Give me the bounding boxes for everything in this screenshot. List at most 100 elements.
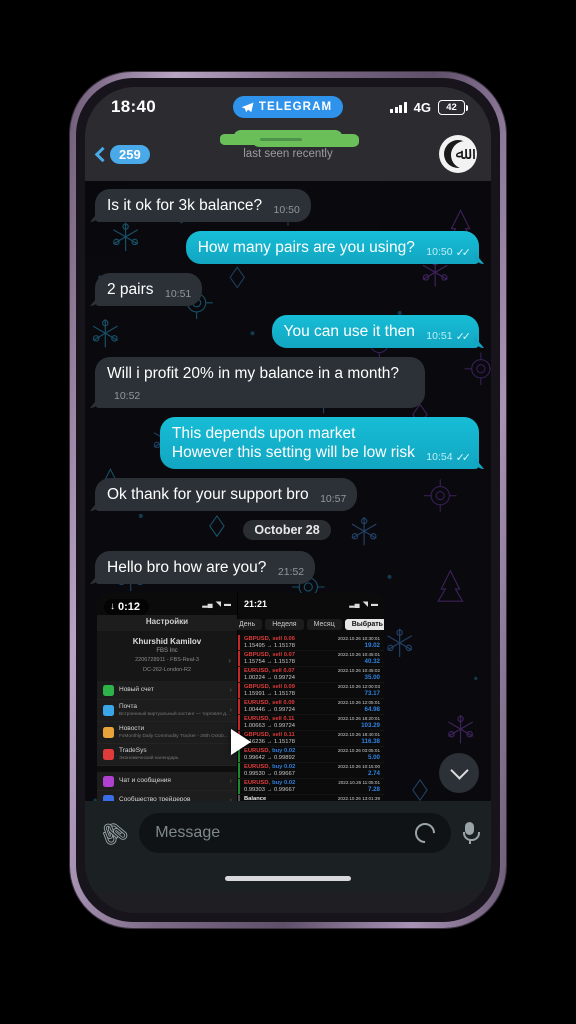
download-arrow-icon: ↓ [110, 601, 115, 612]
chevron-left-icon [94, 146, 111, 162]
trade-profit: 103.29 [361, 722, 380, 729]
trade-side: buy 0.02 [272, 780, 296, 786]
tab-custom[interactable]: Выбрать [344, 619, 384, 630]
message-meta: 21:52 [278, 566, 304, 578]
tab-month[interactable]: Месяц [306, 619, 342, 630]
table-row[interactable]: GBPUSD, sell 0.09 2022.10.26 12:00:03 1.15… [238, 683, 384, 699]
mt-menu-group-1: Новый счет › Почта Встроенный виртуальны… [97, 681, 237, 766]
message-time: 10:51 [426, 330, 453, 342]
message-bubble-incoming[interactable]: Ok thank for your support bro 10:57 [95, 478, 358, 511]
status-bar: 18:40 TELEGRAM 4G 42 [85, 87, 491, 127]
trade-profit: 7.28 [367, 786, 380, 793]
list-item[interactable]: Новый счет › [97, 681, 237, 700]
list-item-text: TradeSys Экономический календарь [119, 747, 179, 762]
tab-day[interactable]: День [232, 619, 263, 630]
list-item[interactable]: Новости FxMonthly Daily Commodity Tracke… [97, 722, 237, 744]
trade-prices: 1.00663 → 0.99724 [244, 723, 295, 729]
mt-account-card[interactable]: Khurshid Kamilov FBS Inc 2206728911 - FB… [97, 631, 237, 681]
video-message-thumbnail[interactable]: ↓ 0:12 21:53 ▂▄◥▬ [97, 593, 384, 801]
list-item-sublabel: FxMonthly Daily Commodity Tracker - 28th… [119, 734, 228, 739]
history-period-tabs: День Неделя Месяц Выбрать [232, 615, 384, 635]
list-item-label: TradeSys [119, 747, 147, 754]
mt-nav-title: Настройки [97, 615, 237, 631]
trade-profit: 73.17 [364, 690, 380, 697]
message-time: 10:54 [426, 451, 453, 463]
message-meta: 10:51 ✓✓ [426, 330, 471, 343]
status-bar-clock: 18:40 [111, 97, 156, 116]
trade-symbol: EURUSD, [244, 764, 271, 770]
play-triangle-icon[interactable] [230, 729, 251, 755]
trade-prices: 0.99642 → 0.99892 [244, 755, 295, 761]
message-text: You can use it then [283, 323, 415, 340]
message-bubble-outgoing[interactable]: How many pairs are you using? 10:50 ✓✓ [185, 231, 479, 264]
message-bubble-incoming[interactable]: Hello bro how are you? 21:52 [95, 551, 316, 584]
trade-symbol: GBPUSD, [244, 636, 271, 642]
message-row: ↓ 0:12 21:53 ▂▄◥▬ [97, 593, 479, 801]
chevron-down-icon [449, 761, 469, 780]
table-row[interactable]: EURUSD, buy 0.02 2022.10.26 11:05:01 0.993… [238, 779, 384, 795]
list-item[interactable]: Чат и сообщения › [97, 772, 237, 791]
message-input[interactable]: Message [139, 813, 451, 853]
trade-side: sell 0.09 [272, 684, 295, 690]
account-name: Khurshid Kamilov [132, 637, 202, 646]
trade-date: 2022.10.26 12:05:01 [337, 700, 380, 705]
message-meta: 10:54 ✓✓ [426, 451, 471, 464]
table-row[interactable]: EURUSD, buy 0.02 2022.10.26 03:05:01 0.996… [238, 747, 384, 763]
messages-container: Is it ok for 3k balance? 10:50 How many … [85, 181, 491, 801]
table-row[interactable]: EURUSD, sell 0.11 2022.10.26 18:20:01 1.00… [238, 715, 384, 731]
message-text: Hello bro how are you? [107, 559, 267, 576]
message-meta: 10:50 [274, 204, 300, 216]
scroll-to-bottom-button[interactable] [439, 753, 479, 793]
chat-message-list[interactable]: Is it ok for 3k balance? 10:50 How many … [85, 181, 491, 801]
message-bubble-incoming[interactable]: Will i profit 20% in my balance in a mon… [95, 357, 425, 408]
trade-date: 2022.10.26 10:15:00 [337, 764, 380, 769]
message-text: How many pairs are you using? [197, 239, 415, 256]
chevron-right-icon: › [228, 656, 231, 665]
message-input-bar: 🖇 Message [85, 801, 491, 865]
message-bubble-outgoing[interactable]: This depends upon market However this se… [159, 417, 479, 469]
list-item-label: Новый счет [119, 686, 154, 693]
chevron-right-icon: › [229, 686, 232, 694]
trade-symbol: GBPUSD, [244, 684, 271, 690]
trade-symbol: Balance [244, 796, 267, 801]
message-text: Will i profit 20% in my balance in a mon… [107, 365, 400, 382]
table-row[interactable]: GBPUSD, sell 0.07 2022.10.26 10:45:01 1.15… [238, 651, 384, 667]
list-item[interactable]: Сообщество трейдеров › [97, 791, 237, 801]
signal-bars-icon [390, 101, 407, 113]
trade-prices: 1.15991 → 1.15178 [244, 691, 295, 697]
news-icon [103, 727, 114, 738]
list-item[interactable]: Почта Встроенный виртуальный хостинг — т… [97, 700, 237, 722]
trade-profit: 19.02 [364, 642, 380, 649]
avatar[interactable]: ﷲ [439, 135, 477, 173]
microphone-icon[interactable] [462, 822, 480, 844]
message-bubble-incoming[interactable]: Is it ok for 3k balance? 10:50 [95, 189, 311, 222]
account-broker: FBS Inc [156, 648, 178, 654]
table-row[interactable]: GBPUSD, sell 0.11 2022.10.26 18:40:01 1.16… [238, 731, 384, 747]
paperclip-icon[interactable]: 🖇 [94, 814, 133, 852]
trade-side: sell 0.07 [272, 668, 295, 674]
table-row[interactable]: EURUSD, sell 0.07 2022.10.26 10:45:02 1.00… [238, 667, 384, 683]
sticker-icon[interactable] [415, 823, 435, 843]
date-separator: October 28 [95, 520, 479, 540]
back-button[interactable]: 259 [93, 144, 150, 164]
screenshot-root: 18:40 TELEGRAM 4G 42 259 last seen recen… [0, 0, 576, 1024]
message-meta: 10:57 [320, 493, 346, 505]
battery-percent-label: 42 [446, 101, 457, 113]
table-row[interactable]: GBPUSD, sell 0.06 2022.10.26 10:30:01 1.15… [238, 635, 384, 651]
date-separator-label: October 28 [243, 520, 331, 540]
table-row[interactable]: Balance2022.10.26 13:01:39 W-WL-11614692… [238, 795, 384, 801]
trade-symbol: EURUSD, [244, 700, 271, 706]
mt-status-icons: ▂▄ ◥ ▬ [349, 600, 378, 609]
table-row[interactable]: EURUSD, sell 0.09 2022.10.26 12:05:01 1.00… [238, 699, 384, 715]
trade-prices: 1.15754 → 1.15178 [244, 659, 295, 665]
tab-week[interactable]: Неделя [265, 619, 304, 630]
message-bubble-incoming[interactable]: 2 pairs 10:51 [95, 273, 203, 306]
trade-side: sell 0.11 [272, 732, 295, 738]
community-icon [103, 794, 114, 801]
trade-side: sell 0.06 [272, 636, 295, 642]
table-row[interactable]: EURUSD, buy 0.02 2022.10.26 10:15:00 0.995… [238, 763, 384, 779]
list-item-text: Новости FxMonthly Daily Commodity Tracke… [119, 725, 228, 740]
message-bubble-outgoing[interactable]: You can use it then 10:51 ✓✓ [271, 315, 479, 348]
list-item[interactable]: TradeSys Экономический календарь › [97, 744, 237, 766]
trade-symbol: GBPUSD, [244, 652, 271, 658]
